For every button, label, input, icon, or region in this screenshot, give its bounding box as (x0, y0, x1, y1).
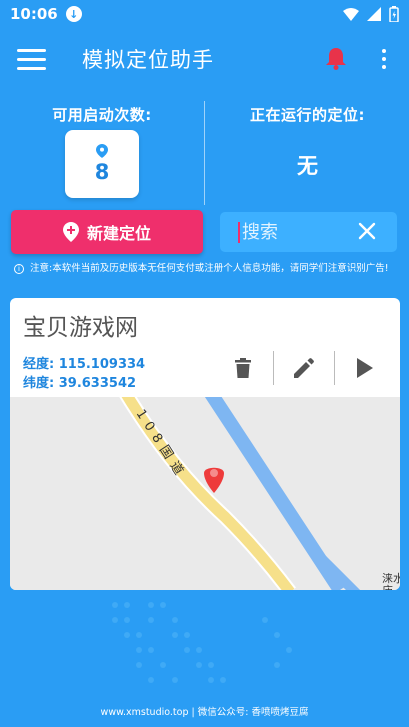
add-location-icon (62, 222, 79, 242)
status-icons (343, 6, 399, 22)
app-bar: 模拟定位助手 (0, 32, 409, 88)
map-canvas: 108国道 涞水 庙 (118, 388, 400, 590)
launch-count-label: 可用启动次数: (52, 106, 152, 124)
background-decoration (112, 602, 292, 683)
signal-icon (367, 7, 381, 21)
info-icon: i (14, 264, 24, 274)
menu-icon[interactable] (17, 49, 46, 71)
search-box (220, 212, 397, 252)
footer: www.xmstudio.top | 微信公众号: 香喷喷烤豆腐 (100, 707, 309, 718)
longitude-row: 经度: 115.109334 (23, 353, 145, 372)
trash-icon (235, 358, 251, 378)
notice-text: 注意:本软件当前及历史版本无任何支付或注册个人信息功能，请同学们注意识别广告! (30, 263, 389, 274)
card-actions (213, 351, 395, 385)
longitude-value: 115.109334 (58, 357, 146, 372)
app-title: 模拟定位助手 (82, 48, 214, 72)
download-icon: ↓ (65, 6, 82, 22)
road-label: 108国道 (133, 407, 190, 483)
edit-button[interactable] (274, 351, 334, 385)
bell-icon[interactable] (325, 46, 347, 70)
status-time: 10:06 (10, 5, 58, 23)
latitude-row: 纬度: 39.633542 (23, 372, 136, 391)
pencil-icon (294, 358, 314, 378)
place-label-2: 庙 (382, 583, 393, 590)
latitude-label: 纬度: (23, 376, 55, 391)
new-location-button[interactable]: 新建定位 (11, 210, 203, 254)
search-input[interactable] (238, 221, 358, 243)
launch-count-card: 8 (65, 130, 139, 198)
running-location-label: 正在运行的定位: (250, 106, 365, 124)
play-icon (357, 358, 373, 378)
longitude-label: 经度: (23, 357, 55, 372)
notice: i 注意:本软件当前及历史版本无任何支付或注册个人信息功能，请同学们注意识别广告… (14, 262, 398, 275)
running-location-panel: 正在运行的定位: (206, 104, 409, 125)
battery-icon (389, 6, 399, 22)
latitude-value: 39.633542 (58, 376, 137, 391)
location-pin-icon (96, 144, 108, 158)
delete-button[interactable] (213, 351, 273, 385)
launch-count-panel: 可用启动次数: (0, 104, 204, 125)
new-location-label: 新建定位 (86, 224, 151, 243)
more-options-icon[interactable] (378, 49, 390, 73)
location-title: 宝贝游戏网 (23, 315, 138, 341)
running-location-value: 无 (297, 154, 318, 178)
launch-count-value: 8 (94, 160, 110, 184)
status-bar: 10:06 ↓ (0, 0, 409, 28)
clear-icon[interactable] (358, 222, 376, 240)
start-button[interactable] (335, 351, 395, 385)
map-view[interactable]: 108国道 涞水 庙 (10, 388, 400, 590)
location-card[interactable]: 宝贝游戏网 经度: 115.109334 纬度: 39.633542 108国道… (10, 298, 400, 590)
panel-divider (204, 101, 205, 205)
wifi-icon (343, 7, 359, 21)
